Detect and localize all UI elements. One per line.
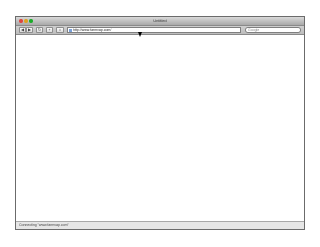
page-content[interactable] <box>16 35 304 222</box>
favicon-icon <box>69 28 72 32</box>
back-icon: ◀ <box>20 27 25 32</box>
mouse-cursor-icon <box>138 32 142 37</box>
status-text: Connecting "www.farmvap.com" <box>19 223 69 227</box>
browser-window: Untitled ◀ ▶ ↻ + ⌂ http://www.farmvap.co… <box>15 16 305 230</box>
forward-button[interactable]: ▶ <box>26 27 33 33</box>
search-placeholder: Google <box>248 28 260 32</box>
search-field[interactable]: Google <box>245 27 301 33</box>
title-bar[interactable]: Untitled <box>16 17 304 26</box>
reload-icon: ↻ <box>37 27 42 32</box>
forward-icon: ▶ <box>27 27 32 32</box>
home-button[interactable]: ⌂ <box>56 27 64 33</box>
add-bookmark-icon: + <box>48 27 51 32</box>
browser-toolbar: ◀ ▶ ↻ + ⌂ http://www.farmvap.com/ Google <box>16 26 304 35</box>
window-title: Untitled <box>153 18 167 23</box>
back-button[interactable]: ◀ <box>19 27 26 33</box>
add-bookmark-button[interactable]: + <box>46 27 53 33</box>
reload-button[interactable]: ↻ <box>36 27 43 33</box>
address-bar[interactable]: http://www.farmvap.com/ <box>67 27 241 33</box>
status-bar: Connecting "www.farmvap.com" <box>16 221 304 229</box>
home-icon: ⌂ <box>58 27 62 32</box>
address-url: http://www.farmvap.com/ <box>73 28 112 32</box>
